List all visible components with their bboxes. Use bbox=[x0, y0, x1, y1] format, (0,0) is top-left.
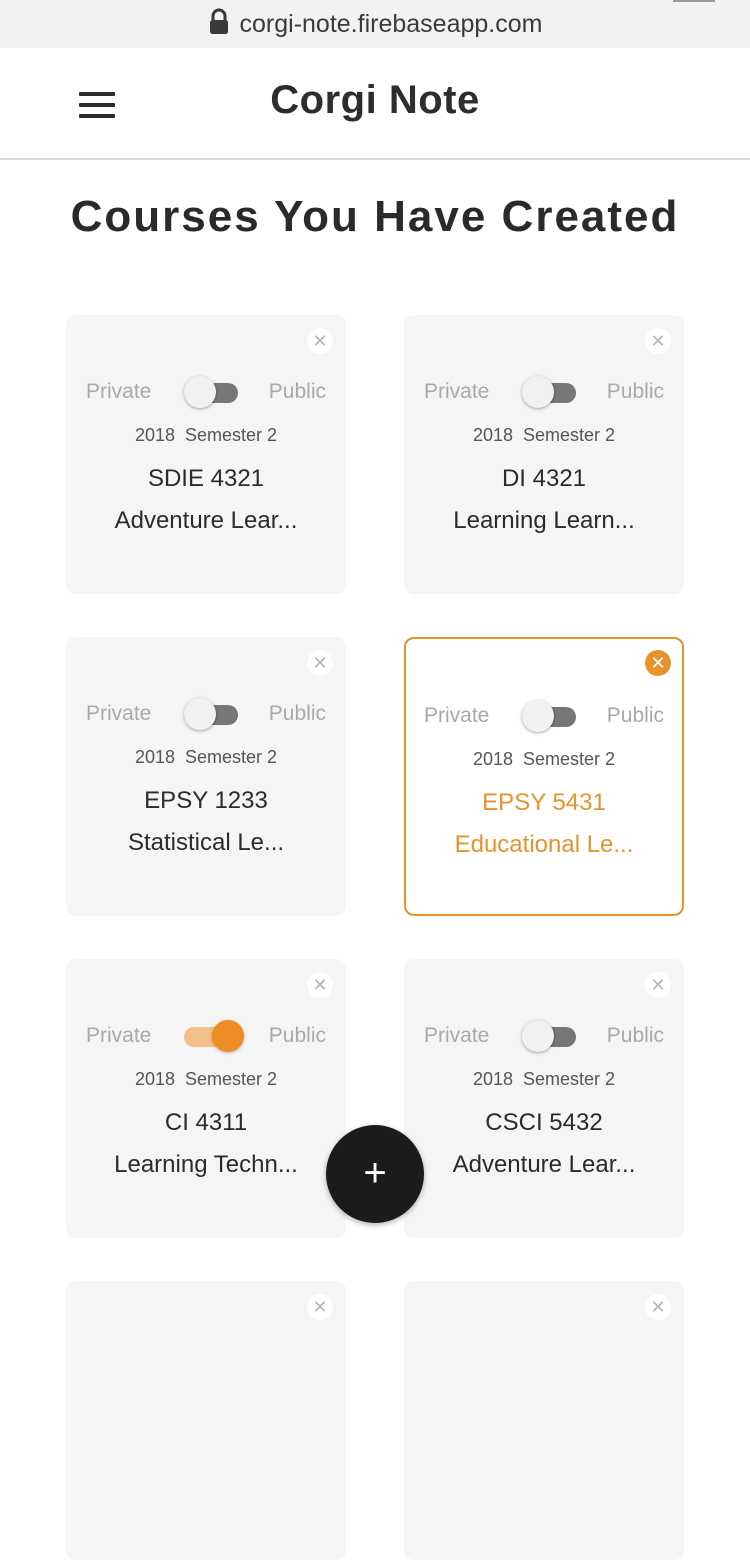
private-label: Private bbox=[86, 380, 152, 403]
switch-knob bbox=[522, 1020, 554, 1052]
course-card[interactable]: ✕ Private Public 2018 Semester 2 EPSY 12… bbox=[66, 637, 346, 916]
visibility-toggle-row: Private Public bbox=[66, 698, 346, 730]
close-icon[interactable]: ✕ bbox=[645, 650, 671, 676]
public-label: Public bbox=[606, 704, 664, 727]
visibility-toggle-row: Private Public bbox=[404, 376, 684, 408]
visibility-toggle-row: Private Public bbox=[66, 1020, 346, 1052]
course-code: SDIE 4321 bbox=[147, 465, 265, 492]
course-card[interactable]: ✕ bbox=[404, 1281, 684, 1560]
close-icon[interactable]: ✕ bbox=[307, 650, 333, 676]
course-semester: Semester 2 bbox=[523, 425, 616, 445]
private-label: Private bbox=[424, 1024, 490, 1047]
course-term: 2018 Semester 2 bbox=[404, 425, 684, 446]
browser-url-bar[interactable]: corgi-note.firebaseapp.com bbox=[0, 0, 750, 48]
page-title: Courses You Have Created bbox=[70, 192, 680, 241]
switch-knob bbox=[522, 376, 554, 408]
switch-knob bbox=[184, 376, 216, 408]
public-label: Public bbox=[268, 380, 326, 403]
course-code: CI 4311 bbox=[164, 1109, 248, 1136]
course-year: 2018 bbox=[134, 747, 175, 767]
course-code: DI 4321 bbox=[501, 465, 587, 492]
visibility-toggle-row: Private Public bbox=[404, 1020, 684, 1052]
switch-knob bbox=[184, 698, 216, 730]
app-header: Corgi Note bbox=[0, 48, 750, 160]
course-name: Learning Techn... bbox=[114, 1151, 298, 1178]
course-name: Statistical Le... bbox=[127, 829, 285, 856]
course-term: 2018 Semester 2 bbox=[406, 749, 682, 770]
course-name: Adventure Lear... bbox=[452, 1151, 636, 1178]
public-label: Public bbox=[606, 380, 664, 403]
course-year: 2018 bbox=[472, 749, 513, 769]
course-name: Educational Le... bbox=[454, 831, 634, 858]
private-label: Private bbox=[86, 1024, 152, 1047]
course-card[interactable]: ✕ Private Public 2018 Semester 2 CSCI 54… bbox=[404, 959, 684, 1238]
course-semester: Semester 2 bbox=[523, 1069, 616, 1089]
visibility-switch[interactable] bbox=[522, 1020, 576, 1052]
close-icon[interactable]: ✕ bbox=[307, 328, 333, 354]
visibility-switch[interactable] bbox=[184, 376, 238, 408]
course-term: 2018 Semester 2 bbox=[66, 1069, 346, 1090]
course-semester: Semester 2 bbox=[185, 747, 278, 767]
lock-icon bbox=[208, 8, 230, 36]
course-year: 2018 bbox=[472, 1069, 513, 1089]
course-year: 2018 bbox=[134, 425, 175, 445]
browser-url-text: corgi-note.firebaseapp.com bbox=[239, 9, 543, 38]
course-code: EPSY 5431 bbox=[482, 789, 606, 816]
course-year: 2018 bbox=[472, 425, 513, 445]
visibility-switch[interactable] bbox=[184, 1020, 244, 1052]
course-semester: Semester 2 bbox=[185, 1069, 278, 1089]
course-name: Adventure Lear... bbox=[114, 507, 298, 534]
plus-icon: + bbox=[363, 1151, 387, 1195]
course-name: Learning Learn... bbox=[453, 507, 635, 534]
add-course-button[interactable]: + bbox=[326, 1125, 424, 1223]
private-label: Private bbox=[424, 704, 490, 727]
switch-knob bbox=[212, 1020, 244, 1052]
course-card[interactable]: ✕ bbox=[66, 1281, 346, 1560]
switch-knob bbox=[522, 700, 554, 732]
private-label: Private bbox=[86, 702, 152, 725]
visibility-switch[interactable] bbox=[522, 700, 576, 732]
tab-indicator bbox=[673, 0, 715, 2]
course-card[interactable]: ✕ Private Public 2018 Semester 2 CI 4311… bbox=[66, 959, 346, 1238]
close-icon[interactable]: ✕ bbox=[645, 1294, 671, 1320]
course-semester: Semester 2 bbox=[185, 425, 278, 445]
course-card[interactable]: ✕ Private Public 2018 Semester 2 DI 4321… bbox=[404, 315, 684, 594]
public-label: Public bbox=[268, 1024, 326, 1047]
visibility-toggle-row: Private Public bbox=[66, 376, 346, 408]
close-icon[interactable]: ✕ bbox=[645, 972, 671, 998]
public-label: Public bbox=[268, 702, 326, 725]
course-card[interactable]: ✕ Private Public 2018 Semester 2 EPSY 54… bbox=[404, 637, 684, 916]
course-code: CSCI 5432 bbox=[485, 1109, 603, 1136]
course-year: 2018 bbox=[134, 1069, 175, 1089]
app-title: Corgi Note bbox=[270, 78, 480, 122]
course-semester: Semester 2 bbox=[523, 749, 616, 769]
close-icon[interactable]: ✕ bbox=[645, 328, 671, 354]
visibility-switch[interactable] bbox=[184, 698, 238, 730]
course-card[interactable]: ✕ Private Public 2018 Semester 2 SDIE 43… bbox=[66, 315, 346, 594]
visibility-toggle-row: Private Public bbox=[406, 700, 682, 732]
close-icon[interactable]: ✕ bbox=[307, 972, 333, 998]
private-label: Private bbox=[424, 380, 490, 403]
course-term: 2018 Semester 2 bbox=[66, 425, 346, 446]
public-label: Public bbox=[606, 1024, 664, 1047]
visibility-switch[interactable] bbox=[522, 376, 576, 408]
close-icon[interactable]: ✕ bbox=[307, 1294, 333, 1320]
course-term: 2018 Semester 2 bbox=[404, 1069, 684, 1090]
course-term: 2018 Semester 2 bbox=[66, 747, 346, 768]
course-code: EPSY 1233 bbox=[144, 787, 268, 814]
